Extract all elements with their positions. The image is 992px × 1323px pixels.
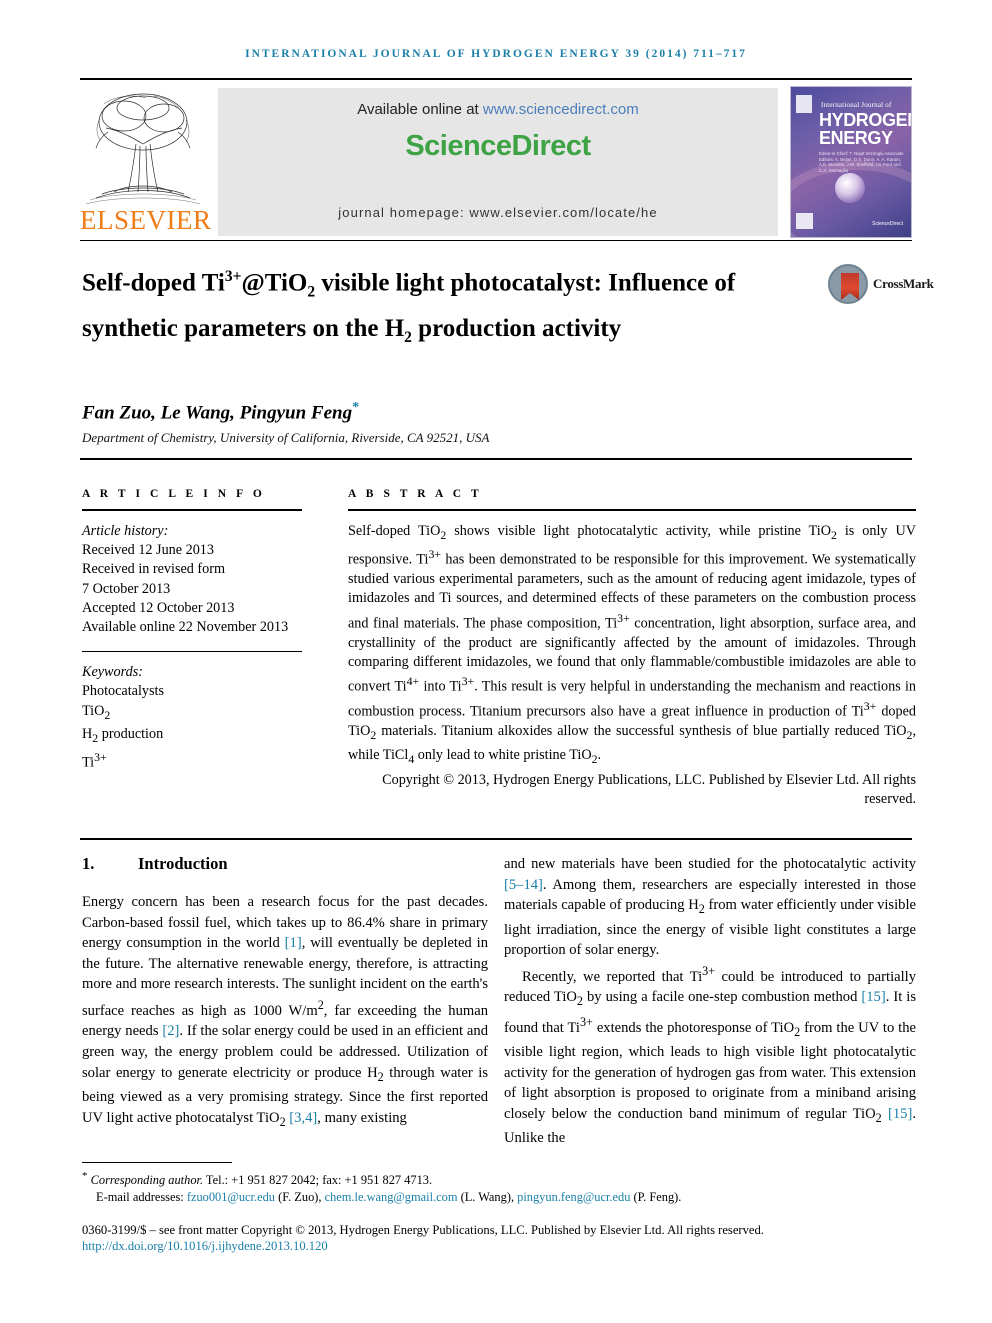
running-head: International Journal of Hydrogen Energy… (245, 48, 747, 60)
crossmark-label: CrossMark (873, 276, 934, 291)
abstract-rule (348, 509, 916, 511)
cover-title-line2: ENERGY (819, 128, 893, 148)
abstract-copyright: Copyright © 2013, Hydrogen Energy Public… (382, 771, 916, 807)
crossmark-badge[interactable]: CrossMark (828, 262, 934, 312)
doi-link[interactable]: http://dx.doi.org/10.1016/j.ijhydene.201… (82, 1239, 328, 1254)
email-addresses[interactable]: E-mail addresses: fzuo001@ucr.edu (F. Zu… (82, 1189, 916, 1206)
journal-cover-thumbnail[interactable]: International Journal of HYDROGEN ENERGY… (790, 86, 912, 238)
corresponding-author-marker[interactable]: * (352, 400, 359, 415)
paper-first-page: International Journal of Hydrogen Energy… (0, 0, 992, 1323)
paragraph: Recently, we reported that Ti3+ could be… (504, 963, 917, 1147)
keywords-label: Keywords: (82, 664, 143, 681)
article-info-rule (82, 509, 302, 511)
section-number: 1. (82, 854, 95, 873)
title-rule (80, 458, 912, 460)
page-title: Self-doped Ti3+@TiO2 visible light photo… (82, 268, 736, 347)
available-online-text: Available online at (357, 101, 483, 118)
crossmark-inner-shape (841, 273, 859, 300)
footnote-block: * Corresponding author. Tel.: +1 951 827… (82, 1168, 916, 1206)
article-history-label: Article history: (82, 523, 169, 539)
issn-copyright-line: 0360-3199/$ – see front matter Copyright… (82, 1223, 764, 1237)
keyword-item: Photocatalysts (82, 683, 164, 700)
abstract-column: A B S T R A C T Self-doped TiO2 shows vi… (348, 488, 916, 809)
sciencedirect-logo[interactable]: ScienceDirect (218, 130, 778, 163)
abstract-heading: A B S T R A C T (348, 488, 483, 500)
history-item: Received in revised form (82, 561, 226, 578)
author-list: Fan Zuo, Le Wang, Pingyun Feng* (82, 400, 359, 424)
masthead-rule (80, 240, 912, 241)
crossmark-icon (828, 264, 868, 304)
keyword-item: Ti3+ (82, 749, 107, 771)
keywords-rule (82, 651, 302, 653)
paragraph: Energy concern has been a research focus… (82, 894, 489, 1129)
history-item: 7 October 2013 (82, 580, 171, 597)
header-rule (80, 78, 912, 80)
history-item: Accepted 12 October 2013 (82, 599, 235, 616)
cover-journal-prefix: International Journal of (821, 101, 892, 109)
cover-title-line1: HYDROGEN (819, 110, 912, 130)
cover-editors: Editor-in-Chief: T. Nejat Veziroglu Asso… (819, 151, 904, 173)
cover-orb-graphic (835, 173, 865, 203)
body-column-left: 1. Introduction Energy concern has been a… (82, 854, 488, 1132)
keyword-item: TiO2 (82, 702, 111, 722)
available-online-line: Available online at www.sciencedirect.co… (218, 101, 778, 118)
elsevier-wordmark: ELSEVIER (80, 205, 212, 235)
history-item: Available online 22 November 2013 (82, 619, 289, 636)
section-heading-introduction: 1. Introduction (82, 854, 488, 874)
author-names: Fan Zuo, Le Wang, Pingyun Feng (82, 402, 353, 424)
sciencedirect-banner: Available online at www.sciencedirect.co… (218, 88, 778, 236)
footnote-rule (82, 1162, 232, 1163)
elsevier-logo[interactable]: ELSEVIER (80, 86, 212, 238)
elsevier-tree-icon (84, 88, 202, 206)
abstract-body: Self-doped TiO2 shows visible light phot… (348, 523, 916, 766)
cover-publisher-badge-icon (796, 95, 812, 113)
sciencedirect-url[interactable]: www.sciencedirect.com (483, 101, 639, 118)
corresponding-author-note: * Corresponding author. Tel.: +1 951 827… (82, 1170, 433, 1188)
cover-society-badge-icon (796, 213, 813, 229)
article-info-column: A R T I C L E I N F O Article history: R… (82, 488, 302, 773)
cover-sciencedirect-mark: ScienceDirect (872, 221, 903, 227)
affiliation: Department of Chemistry, University of C… (82, 430, 490, 445)
abstract-bottom-rule (80, 838, 912, 840)
article-info-heading: A R T I C L E I N F O (82, 488, 266, 500)
paragraph: and new materials have been studied for … (504, 856, 916, 959)
masthead: ELSEVIER Available online at www.science… (80, 86, 912, 238)
body-column-right: and new materials have been studied for … (504, 854, 916, 1149)
journal-homepage-line[interactable]: journal homepage: www.elsevier.com/locat… (218, 205, 778, 220)
section-title: Introduction (138, 854, 228, 873)
keyword-item: H2 production (82, 725, 164, 745)
history-item: Received 12 June 2013 (82, 542, 214, 559)
